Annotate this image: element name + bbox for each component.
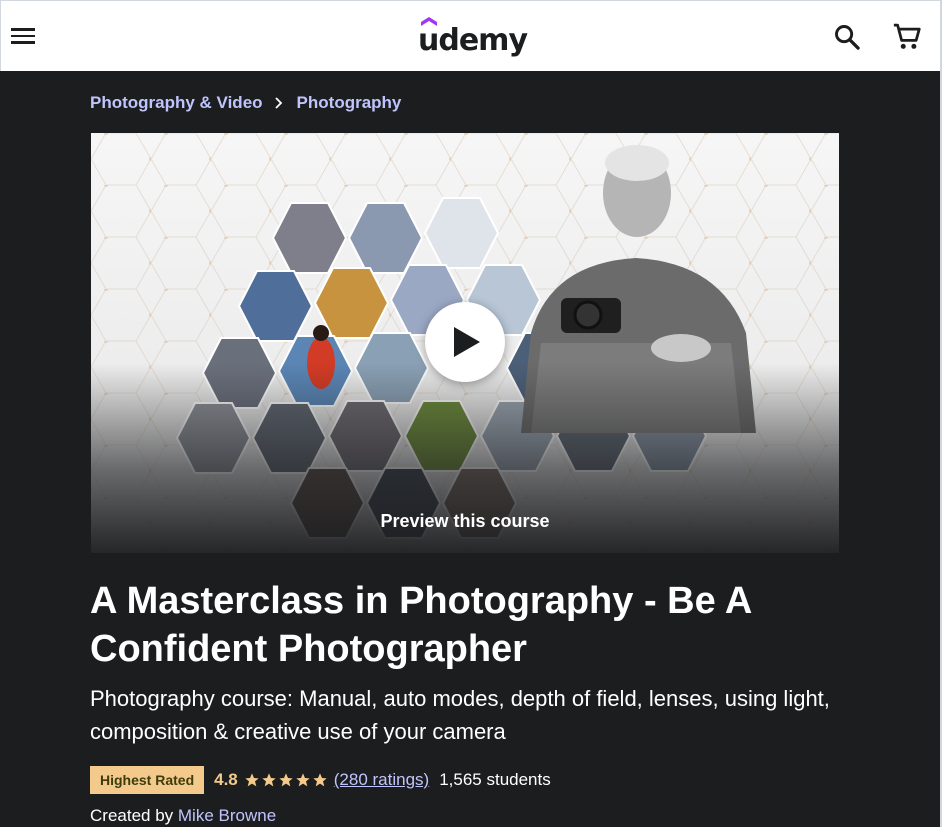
ratings-count-link[interactable]: (280 ratings) <box>334 770 429 790</box>
course-subtitle: Photography course: Manual, auto modes, … <box>90 686 830 744</box>
play-button[interactable] <box>425 302 505 382</box>
breadcrumb: Photography & Video Photography <box>90 92 401 114</box>
star-icon <box>245 773 259 787</box>
search-icon[interactable] <box>833 23 861 51</box>
top-navigation-bar: udemy <box>0 0 940 71</box>
star-icon <box>262 773 276 787</box>
course-preview-video[interactable]: Preview this course <box>91 133 839 553</box>
created-by-label: Created by <box>90 806 178 825</box>
hamburger-menu-icon[interactable] <box>11 25 39 49</box>
logo-text: udemy <box>418 23 528 58</box>
preview-course-label: Preview this course <box>380 511 550 531</box>
course-meta-row: Highest Rated 4.8 (280 ratings) 1,565 st… <box>90 766 551 794</box>
instructor-link[interactable]: Mike Browne <box>178 806 276 825</box>
rating-value: 4.8 <box>214 770 238 789</box>
star-icon <box>296 773 310 787</box>
logo-hat-icon <box>421 17 437 26</box>
breadcrumb-item-photography-video[interactable]: Photography & Video <box>90 93 263 113</box>
cart-icon[interactable] <box>892 22 922 52</box>
highest-rated-badge: Highest Rated <box>90 766 205 794</box>
star-rating <box>244 772 328 788</box>
udemy-logo[interactable]: udemy <box>418 16 528 58</box>
chevron-right-icon <box>274 97 284 109</box>
star-icon <box>279 773 293 787</box>
students-count: 1,565 students <box>439 770 551 789</box>
breadcrumb-item-photography[interactable]: Photography <box>297 93 402 113</box>
course-title: A Masterclass in Photography - Be A Conf… <box>90 580 751 670</box>
play-icon <box>454 327 480 357</box>
created-by-line: Created by Mike Browne <box>90 806 276 826</box>
star-icon <box>313 773 327 787</box>
